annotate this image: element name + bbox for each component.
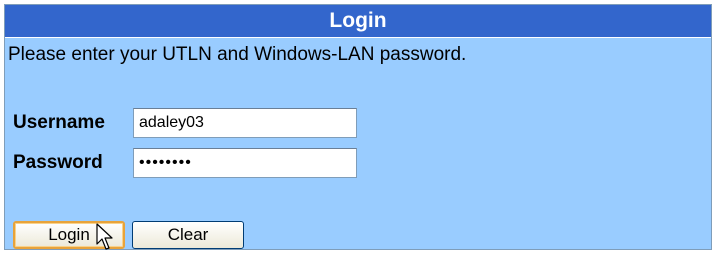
clear-button[interactable]: Clear [132, 221, 244, 249]
username-label: Username [13, 112, 105, 133]
form-actions: Login Clear [13, 221, 244, 249]
username-row: Username [13, 108, 357, 138]
password-label: Password [13, 152, 103, 173]
panel-title-bar: Login [5, 5, 711, 38]
username-input[interactable] [133, 108, 357, 138]
password-input[interactable] [133, 148, 357, 178]
panel-title: Login [329, 9, 387, 32]
login-instructions: Please enter your UTLN and Windows-LAN p… [8, 44, 467, 65]
password-row: Password [13, 148, 357, 178]
login-button[interactable]: Login [13, 221, 125, 249]
